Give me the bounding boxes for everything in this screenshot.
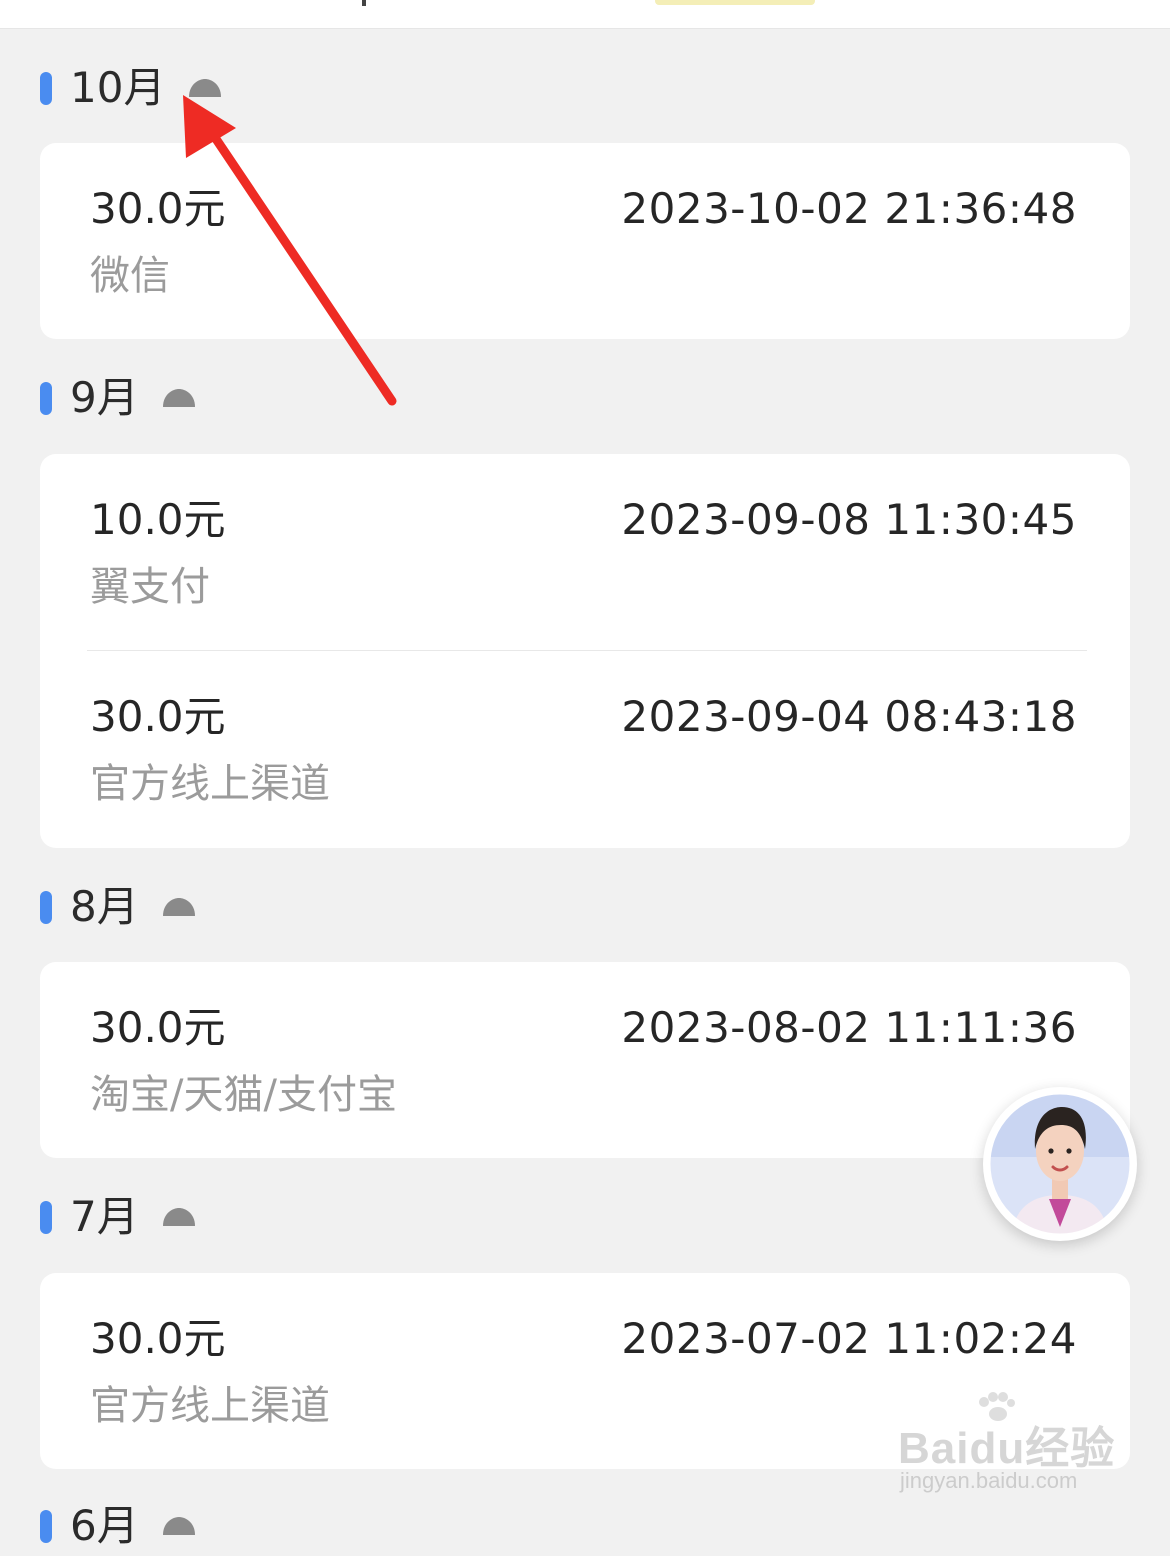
record-card-aug: 30.0元 2023-08-02 11:11:36 淘宝/天猫/支付宝 [40,962,1130,1158]
service-agent-icon [985,1089,1135,1239]
record-time: 2023-07-02 11:02:24 [621,1314,1077,1363]
month-accent-bar [40,1509,52,1543]
active-tab-indicator [655,0,815,5]
recharge-record[interactable]: 30.0元 2023-09-04 08:43:18 官方线上渠道 [40,651,1130,847]
month-accent-bar [40,890,52,924]
record-time: 2023-09-04 08:43:18 [621,692,1077,741]
month-header-oct[interactable]: 10月 [40,58,223,118]
month-label: 8月 [70,882,139,931]
record-channel: 微信 [90,253,170,299]
month-label: 9月 [70,373,139,422]
month-label: 6月 [70,1501,139,1550]
record-amount: 30.0元 [90,1003,226,1052]
record-amount: 30.0元 [90,1314,226,1363]
caret-up-icon[interactable] [161,895,197,919]
record-amount: 10.0元 [90,495,226,544]
record-time: 2023-08-02 11:11:36 [621,1003,1077,1052]
record-card-jul: 30.0元 2023-07-02 11:02:24 官方线上渠道 [40,1273,1130,1469]
record-channel: 官方线上渠道 [90,761,330,807]
month-header-jul[interactable]: 7月 [40,1187,197,1247]
record-time: 2023-09-08 11:30:45 [621,495,1077,544]
customer-service-avatar[interactable] [983,1087,1137,1241]
recharge-record[interactable]: 30.0元 2023-10-02 21:36:48 微信 [40,143,1130,339]
record-card-sep: 10.0元 2023-09-08 11:30:45 翼支付 30.0元 2023… [40,454,1130,848]
caret-up-icon[interactable] [161,1205,197,1229]
month-accent-bar [40,381,52,415]
recharge-record[interactable]: 30.0元 2023-08-02 11:11:36 淘宝/天猫/支付宝 [40,962,1130,1158]
record-channel: 官方线上渠道 [90,1383,330,1429]
month-accent-bar [40,71,52,105]
month-label: 7月 [70,1192,139,1241]
caret-up-icon[interactable] [161,386,197,410]
top-tab-bar [0,0,1170,29]
caret-up-icon[interactable] [187,76,223,100]
record-amount: 30.0元 [90,184,226,233]
record-amount: 30.0元 [90,692,226,741]
record-card-oct: 30.0元 2023-10-02 21:36:48 微信 [40,143,1130,339]
month-accent-bar [40,1200,52,1234]
record-time: 2023-10-02 21:36:48 [621,184,1077,233]
record-channel: 淘宝/天猫/支付宝 [90,1072,397,1118]
month-header-jun[interactable]: 6月 [40,1496,197,1556]
month-label: 10月 [70,63,166,112]
recharge-record[interactable]: 30.0元 2023-07-02 11:02:24 官方线上渠道 [40,1273,1130,1469]
recharge-record[interactable]: 10.0元 2023-09-08 11:30:45 翼支付 [40,454,1130,650]
caret-up-icon[interactable] [161,1514,197,1538]
month-header-sep[interactable]: 9月 [40,368,197,428]
tab-edge-mark [362,0,366,6]
record-channel: 翼支付 [90,564,210,610]
watermark-url: jingyan.baidu.com [900,1468,1078,1493]
month-header-aug[interactable]: 8月 [40,877,197,937]
